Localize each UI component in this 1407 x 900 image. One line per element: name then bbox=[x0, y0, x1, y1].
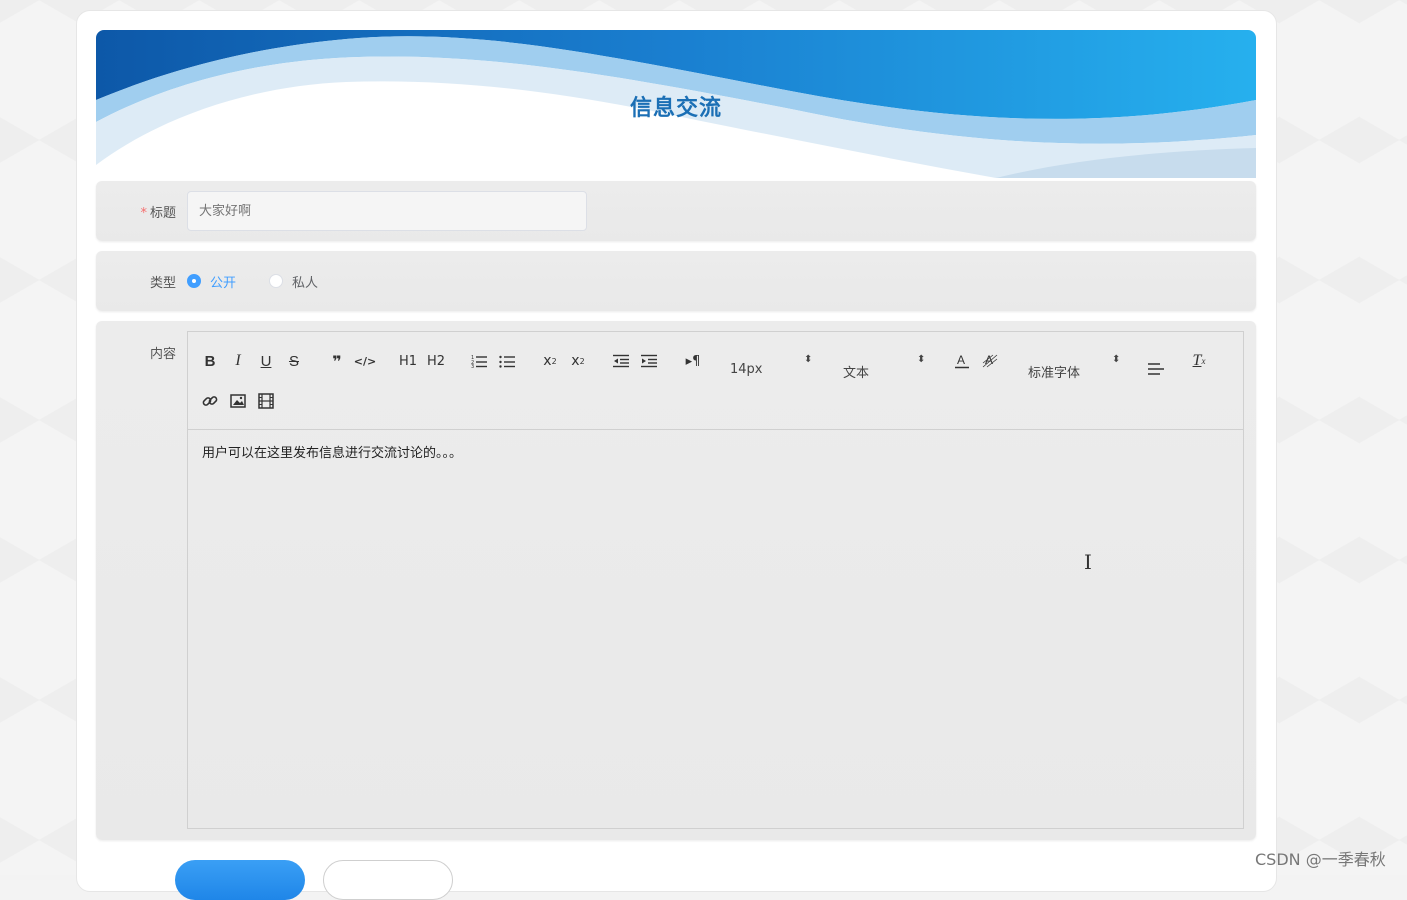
code-block-icon[interactable]: </> bbox=[354, 350, 376, 372]
title-row: * 标题 bbox=[96, 181, 1256, 241]
font-family-arrow-icon: ⬍ bbox=[1112, 354, 1121, 365]
blockquote-icon[interactable]: ❞ bbox=[326, 350, 348, 372]
font-family-value: 标准字体 bbox=[1028, 366, 1081, 381]
header1-icon[interactable]: H1 bbox=[396, 350, 420, 372]
superscript-icon[interactable]: x2 bbox=[567, 350, 589, 372]
outdent-icon[interactable] bbox=[610, 350, 632, 372]
editor-toolbar: B I U S ❞ </> H1 H2 123 x2 x2 ▸¶ 14px ⬍ … bbox=[188, 332, 1243, 430]
font-size-value: 14px bbox=[730, 362, 763, 377]
clear-format-icon[interactable]: Tx bbox=[1188, 350, 1210, 372]
align-icon[interactable] bbox=[1145, 358, 1167, 380]
header-banner: 信息交流 bbox=[96, 30, 1256, 178]
bullet-list-icon[interactable] bbox=[496, 350, 518, 372]
required-mark: * bbox=[140, 206, 147, 221]
subscript-icon[interactable]: x2 bbox=[539, 350, 561, 372]
header2-icon[interactable]: H2 bbox=[424, 350, 448, 372]
background-color-icon[interactable]: A bbox=[979, 350, 1001, 372]
header-picker[interactable]: 文本 ⬍ bbox=[843, 354, 925, 381]
underline-icon[interactable]: U bbox=[255, 350, 277, 372]
rich-text-editor: B I U S ❞ </> H1 H2 123 x2 x2 ▸¶ 14px ⬍ … bbox=[187, 331, 1244, 829]
editor-content[interactable]: 用户可以在这里发布信息进行交流讨论的。。。 bbox=[202, 442, 462, 461]
font-color-icon[interactable]: A bbox=[951, 350, 973, 372]
submit-button[interactable] bbox=[175, 860, 305, 900]
ordered-list-icon[interactable]: 123 bbox=[468, 350, 490, 372]
radio-public[interactable]: 公开 bbox=[187, 251, 236, 311]
font-size-arrow-icon: ⬍ bbox=[804, 354, 813, 365]
svg-text:A: A bbox=[957, 353, 965, 367]
radio-public-label: 公开 bbox=[210, 275, 237, 291]
radio-private[interactable]: 私人 bbox=[269, 251, 318, 311]
bold-icon[interactable]: B bbox=[199, 350, 221, 372]
radio-public-dot[interactable] bbox=[187, 274, 201, 288]
indent-icon[interactable] bbox=[638, 350, 660, 372]
type-row: 类型 公开 私人 bbox=[96, 251, 1256, 311]
strike-icon[interactable]: S bbox=[283, 350, 305, 372]
content-label: 内容 bbox=[149, 347, 176, 362]
header-value: 文本 bbox=[843, 366, 870, 381]
title-label: * 标题 bbox=[140, 206, 176, 221]
type-label: 类型 bbox=[149, 276, 176, 291]
title-input[interactable] bbox=[187, 191, 587, 231]
font-size-picker[interactable]: 14px ⬍ bbox=[730, 354, 812, 377]
text-cursor-icon: I bbox=[1084, 550, 1092, 574]
watermark: CSDN @一季春秋 bbox=[1255, 850, 1386, 869]
svg-text:3: 3 bbox=[471, 364, 474, 368]
radio-private-label: 私人 bbox=[292, 275, 319, 291]
italic-icon[interactable]: I bbox=[227, 350, 249, 372]
font-family-picker[interactable]: 标准字体 ⬍ bbox=[1028, 354, 1120, 381]
reset-button[interactable] bbox=[323, 860, 453, 900]
link-icon[interactable] bbox=[199, 390, 221, 412]
radio-private-dot[interactable] bbox=[269, 274, 283, 288]
page-title: 信息交流 bbox=[629, 96, 722, 121]
image-icon[interactable] bbox=[227, 390, 249, 412]
video-icon[interactable] bbox=[255, 390, 277, 412]
text-direction-icon[interactable]: ▸¶ bbox=[682, 350, 704, 372]
header-arrow-icon: ⬍ bbox=[917, 354, 926, 365]
content-row: 内容 B I U S ❞ </> H1 H2 123 x2 x2 ▸¶ 14px… bbox=[96, 321, 1256, 840]
